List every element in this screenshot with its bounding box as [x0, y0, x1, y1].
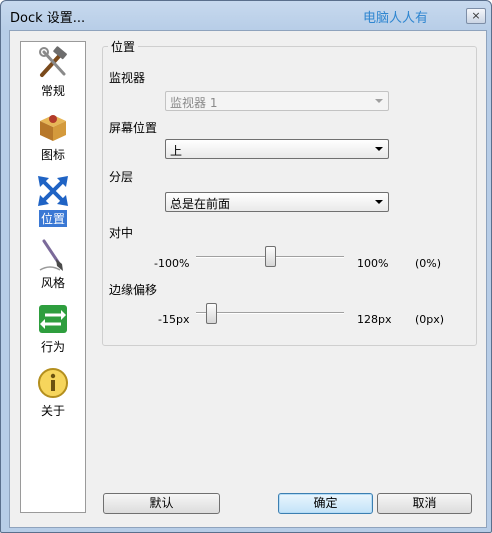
chevron-down-icon — [375, 147, 383, 151]
edge-offset-max-label: 128px — [357, 313, 392, 326]
chevron-down-icon — [375, 99, 383, 103]
sidebar-item-label: 常规 — [40, 84, 65, 98]
window-title: Dock 设置... — [10, 11, 86, 26]
swap-arrows-icon — [39, 305, 67, 333]
groupbox-title: 位置 — [108, 38, 139, 55]
edge-offset-min-label: -15px — [158, 313, 190, 326]
brush-icon — [39, 239, 63, 271]
dialog-body: 常规 图标 位置 风格 行为 关于 位置 监视器 监视器 1 屏幕位置 上 分层… — [9, 30, 487, 528]
sidebar-item-style[interactable]: 风格 — [21, 238, 85, 291]
close-button[interactable]: × — [466, 8, 486, 24]
sidebar-item-label: 风格 — [40, 276, 65, 290]
title-bar: Dock 设置... 电脑人人有 × — [1, 1, 491, 28]
screen-position-select[interactable]: 上 — [165, 139, 389, 159]
layer-select-value: 总是在前面 — [170, 197, 231, 211]
box-icon — [40, 115, 66, 141]
sidebar-item-label: 位置 — [38, 210, 67, 227]
watermark-text: 电脑人人有 — [363, 11, 429, 26]
sidebar-item-icons[interactable]: 图标 — [21, 110, 85, 163]
sidebar-item-general[interactable]: 常规 — [21, 46, 85, 99]
monitor-select[interactable]: 监视器 1 — [165, 91, 389, 111]
sidebar-item-behavior[interactable]: 行为 — [21, 302, 85, 355]
sidebar-item-label: 关于 — [40, 404, 65, 418]
close-icon: × — [471, 9, 481, 22]
centering-slider-thumb[interactable] — [264, 246, 276, 267]
sidebar-item-about[interactable]: 关于 — [21, 366, 85, 419]
monitor-label: 监视器 — [109, 71, 146, 85]
sidebar-item-label: 行为 — [40, 340, 65, 354]
layer-select[interactable]: 总是在前面 — [165, 192, 389, 212]
screen-position-label: 屏幕位置 — [109, 121, 158, 135]
ok-button[interactable]: 确定 — [278, 493, 373, 514]
edge-offset-slider-thumb[interactable] — [206, 303, 218, 324]
centering-min-label: -100% — [154, 257, 190, 270]
dock-settings-window: Dock 设置... 电脑人人有 × 常规 图标 位置 风格 行为 关于 位置 … — [0, 0, 492, 533]
layer-label: 分层 — [109, 170, 134, 184]
sidebar-item-position[interactable]: 位置 — [21, 174, 85, 227]
edge-offset-label: 边缘偏移 — [109, 283, 158, 297]
default-button[interactable]: 默认 — [103, 493, 220, 514]
move-arrows-icon — [38, 176, 68, 206]
centering-max-label: 100% — [357, 257, 389, 270]
screen-position-select-value: 上 — [170, 144, 183, 158]
monitor-select-value: 监视器 1 — [170, 96, 218, 110]
info-icon — [38, 368, 68, 398]
centering-value: (0%) — [415, 257, 442, 270]
chevron-down-icon — [375, 200, 383, 204]
cancel-button[interactable]: 取消 — [377, 493, 472, 514]
sidebar-item-label: 图标 — [40, 148, 65, 162]
edge-offset-value: (0px) — [415, 313, 445, 326]
category-sidebar: 常规 图标 位置 风格 行为 关于 — [20, 41, 86, 513]
edge-offset-slider-track[interactable] — [196, 312, 344, 314]
tools-icon — [39, 46, 67, 77]
centering-label: 对中 — [109, 226, 134, 240]
